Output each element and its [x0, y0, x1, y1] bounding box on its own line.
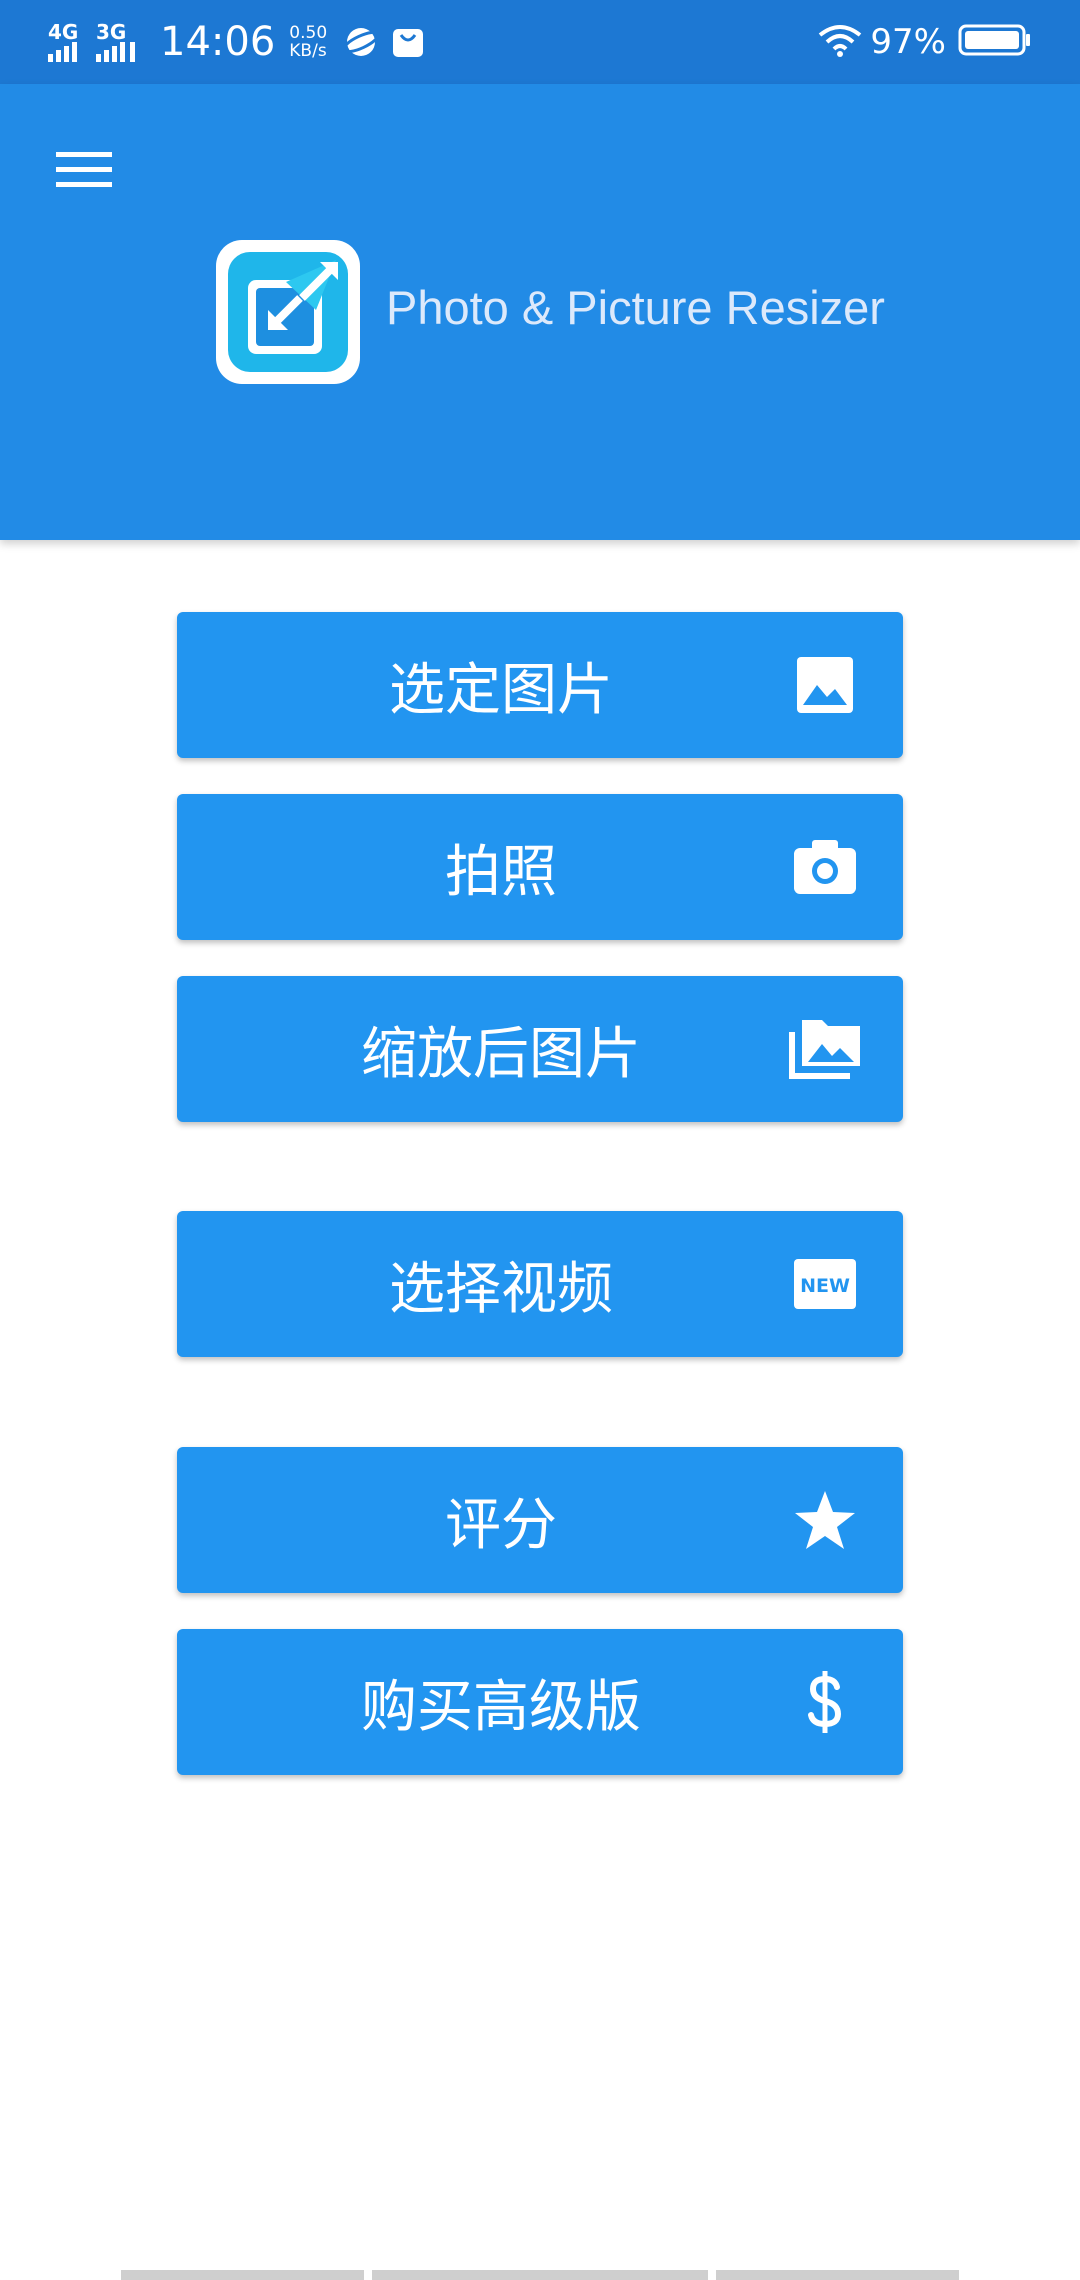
image-icon [785, 612, 865, 758]
status-bar-right: 97% [818, 22, 1032, 62]
network-3g-label: 3G [96, 20, 127, 44]
star-icon [785, 1447, 865, 1593]
select-image-button[interactable]: 选定图片 [177, 612, 903, 758]
buy-premium-label: 购买高级版 [361, 1674, 641, 1740]
network-speed: 0.50 KB/s [289, 24, 327, 60]
network-speed-value: 0.50 [289, 23, 328, 43]
battery-icon [958, 24, 1032, 60]
select-image-label: 选定图片 [389, 657, 613, 723]
resized-images-button[interactable]: 缩放后图片 [177, 976, 903, 1122]
camera-icon [785, 794, 865, 940]
select-video-button[interactable]: 选择视频 NEW [177, 1211, 903, 1357]
dollar-icon [785, 1629, 865, 1775]
signal-icon [48, 42, 77, 62]
wifi-icon [818, 23, 862, 61]
rate-label: 评分 [445, 1492, 557, 1558]
hamburger-menu-icon [56, 152, 112, 187]
status-bar: 4G 3G 14:06 0.50 KB/s 97% [0, 0, 1080, 84]
status-bar-left: 4G 3G 14:06 0.50 KB/s [48, 19, 437, 65]
rate-button[interactable]: 评分 [177, 1447, 903, 1593]
photo-library-icon [785, 976, 865, 1122]
network-3g: 3G [96, 22, 140, 62]
app-header: Photo & Picture Resizer [0, 84, 1080, 540]
take-photo-label: 拍照 [445, 839, 557, 905]
resized-images-label: 缩放后图片 [361, 1021, 641, 1087]
app-logo [216, 240, 360, 384]
nav-indicator-center [372, 2270, 708, 2280]
status-time: 14:06 [160, 19, 276, 65]
nav-indicator-right [716, 2270, 959, 2280]
select-video-label: 选择视频 [389, 1256, 613, 1322]
network-4g: 4G [48, 22, 82, 62]
buy-premium-button[interactable]: 购买高级版 [177, 1629, 903, 1775]
take-photo-button[interactable]: 拍照 [177, 794, 903, 940]
svg-text:NEW: NEW [800, 1275, 850, 1297]
network-4g-label: 4G [48, 20, 79, 44]
nav-indicator-left [121, 2270, 364, 2280]
signal-icon [96, 42, 135, 62]
hamburger-menu-button[interactable] [46, 138, 122, 202]
network-speed-unit: KB/s [289, 41, 327, 61]
shopping-bag-icon [391, 25, 425, 59]
browser-notification-icon [343, 24, 380, 60]
app-title: Photo & Picture Resizer [386, 281, 885, 334]
new-badge-icon: NEW [785, 1211, 865, 1357]
battery-percent: 97% [870, 22, 946, 62]
